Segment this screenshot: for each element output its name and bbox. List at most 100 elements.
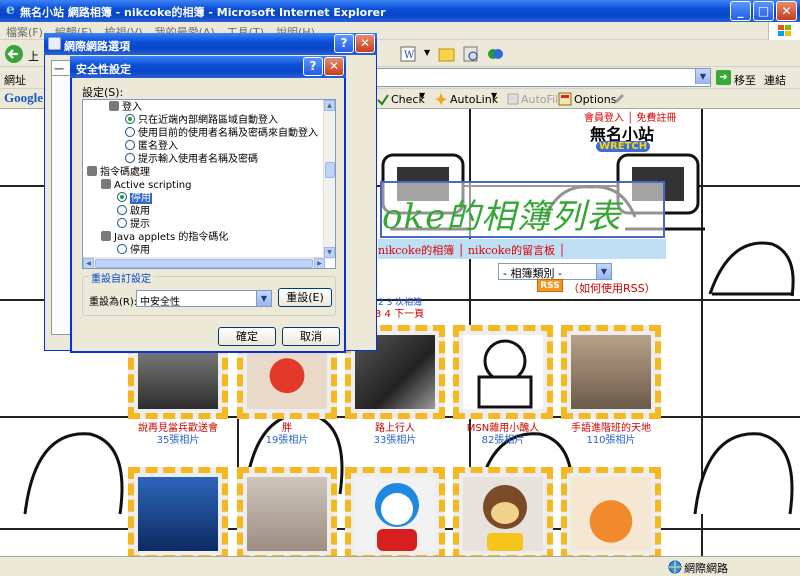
album-title[interactable]: 胖 — [227, 423, 347, 435]
ie-logo-icon: e — [6, 2, 15, 18]
album-thumbnail[interactable] — [453, 325, 553, 419]
address-label: 網址 — [4, 74, 26, 87]
title-bar: e 無名小站 網路相簿 - nikcoke的相簿 - Microsoft Int… — [0, 0, 800, 22]
svg-text:W: W — [404, 50, 415, 61]
options-button[interactable]: Options — [574, 93, 616, 106]
close-button[interactable]: ✕ — [776, 1, 797, 21]
internet-zone-icon — [668, 560, 682, 574]
reset-level-select[interactable]: 中安全性 ▼ — [136, 290, 272, 308]
album-category-select[interactable]: - 相簿類別 - ▼ — [498, 263, 612, 280]
radio-icon[interactable] — [125, 127, 135, 137]
album-thumbnail[interactable] — [237, 467, 337, 556]
horizontal-scroll-thumb[interactable] — [95, 259, 313, 268]
rss-badge[interactable]: RSS — [537, 279, 563, 292]
messenger-icon[interactable] — [486, 45, 504, 63]
horizontal-scrollbar[interactable]: ◀ ▶ — [83, 257, 325, 268]
security-settings-dialog: 安全性設定 ? ✕ 設定(S): 登入 只在近端內部網路區域自動登入 使用目前的… — [70, 56, 346, 353]
tab-strip-links[interactable]: nikcoke的相簿 │ nikcoke的留言板 │ — [378, 242, 565, 258]
dropdown-arrow-icon[interactable]: ▼ — [424, 48, 430, 57]
internet-options-help-button[interactable]: ? — [334, 34, 354, 53]
internet-options-close-button[interactable]: ✕ — [355, 34, 375, 53]
links-button[interactable]: 連結 — [764, 72, 786, 88]
radio-icon[interactable] — [117, 244, 127, 254]
option-active-disable[interactable]: 停用 — [117, 192, 152, 205]
settings-tree-list[interactable]: 登入 只在近端內部網路區域自動登入 使用目前的使用者名稱及密碼來自動登入 匿名登… — [82, 99, 336, 269]
album-caption: MSN雜用小醜人 82張相片 — [443, 423, 563, 447]
option-login-prompt[interactable]: 提示輸入使用者名稱及密碼 — [125, 153, 258, 166]
radio-icon[interactable] — [117, 218, 127, 228]
vertical-scrollbar[interactable]: ▲ ▼ — [323, 100, 335, 259]
scroll-down-icon[interactable]: ▼ — [324, 247, 335, 258]
album-caption: 胖 19張相片 — [227, 423, 347, 447]
maximize-button[interactable]: □ — [753, 1, 774, 21]
scroll-left-icon[interactable]: ◀ — [83, 258, 94, 268]
security-help-button[interactable]: ? — [303, 57, 323, 76]
back-label[interactable]: 上 — [28, 48, 39, 64]
security-close-button[interactable]: ✕ — [324, 57, 344, 76]
album-title[interactable]: 說再見當兵歡送會 — [118, 423, 238, 435]
album-title[interactable]: 路上行人 — [335, 423, 455, 435]
autofill-button[interactable]: AutoFill — [521, 93, 561, 106]
back-arrow-icon[interactable] — [4, 44, 24, 64]
album-caption: 路上行人 33張相片 — [335, 423, 455, 447]
option-active-prompt[interactable]: 提示 — [117, 218, 150, 231]
radio-selected-icon[interactable] — [125, 114, 135, 124]
album-photo — [463, 477, 543, 551]
rss-help-link[interactable]: （如何使用RSS） — [568, 280, 656, 296]
word-icon[interactable]: W — [400, 45, 418, 63]
album-photo — [247, 477, 327, 551]
option-java-disable[interactable]: 停用 — [117, 244, 150, 257]
album-thumbnail[interactable] — [128, 467, 228, 556]
check-dropdown-icon[interactable]: ▼ — [419, 91, 425, 100]
vertical-scroll-thumb[interactable] — [325, 162, 335, 178]
options-icon[interactable] — [558, 92, 572, 106]
reset-button[interactable]: 重設(E) — [278, 288, 332, 307]
address-input[interactable]: ▼ — [375, 68, 711, 87]
ok-button[interactable]: 確定 — [218, 327, 276, 346]
cancel-button[interactable]: 取消 — [282, 327, 340, 346]
option-login-anonymous[interactable]: 匿名登入 — [125, 140, 178, 153]
radio-icon[interactable] — [125, 153, 135, 163]
album-photo-count: 19張相片 — [265, 435, 309, 446]
reset-custom-settings-group: 重設自訂設定 重設為(R): 中安全性 ▼ 重設(E) — [82, 270, 336, 316]
album-thumbnail[interactable] — [345, 467, 445, 556]
album-title[interactable]: MSN雜用小醜人 — [443, 423, 563, 435]
album-title[interactable]: 手語進階班的天地 — [551, 423, 671, 435]
spellcheck-icon[interactable] — [376, 92, 390, 106]
scroll-right-icon[interactable]: ▶ — [314, 258, 325, 268]
wretch-brand: 會員登入 │ 免費註冊 無名小站 WRETCH — [578, 109, 676, 161]
album-thumbnail[interactable] — [561, 325, 661, 419]
google-logo[interactable]: Google — [4, 90, 43, 106]
option-login-intranet[interactable]: 只在近端內部網路區域自動登入 — [125, 114, 278, 127]
option-login-current-user[interactable]: 使用目前的使用者名稱及密碼來自動登入 — [125, 127, 318, 140]
autolink-icon[interactable] — [434, 92, 448, 106]
pagination[interactable]: 3 4 下一頁 — [375, 305, 424, 320]
wretch-wordmark: WRETCH — [596, 141, 651, 152]
research-icon[interactable] — [462, 45, 480, 63]
security-settings-title: 安全性設定 — [76, 63, 131, 76]
chevron-down-icon[interactable]: ▼ — [596, 264, 611, 279]
radio-icon[interactable] — [117, 205, 127, 215]
go-arrow-icon[interactable]: ➔ — [716, 70, 731, 85]
group-login: 登入 — [109, 101, 142, 114]
address-dropdown-icon[interactable]: ▼ — [695, 69, 710, 84]
radio-selected-icon[interactable] — [117, 192, 127, 202]
option-active-enable[interactable]: 啟用 — [117, 205, 150, 218]
radio-icon[interactable] — [125, 140, 135, 150]
autolink-dropdown-icon[interactable]: ▼ — [491, 91, 497, 100]
autofill-icon[interactable] — [506, 92, 520, 106]
user-tab-strip: nikcoke的相簿 │ nikcoke的留言板 │ — [378, 239, 666, 259]
pencil-icon[interactable] — [612, 92, 626, 106]
subgroup-java-applets: Java applets 的指令碼化 — [101, 231, 228, 244]
turtle-doodle-icon — [708, 241, 795, 297]
album-thumbnail[interactable] — [453, 467, 553, 556]
chevron-down-icon[interactable]: ▼ — [256, 291, 271, 306]
minimize-button[interactable]: _ — [730, 1, 751, 21]
album-photo-count: 82張相片 — [481, 435, 525, 446]
scroll-up-icon[interactable]: ▲ — [324, 100, 335, 111]
folder-icon[interactable] — [438, 45, 456, 63]
menu-file[interactable]: 檔案(F) — [0, 22, 49, 42]
album-thumbnail[interactable] — [561, 467, 661, 556]
go-button[interactable]: 移至 — [734, 72, 756, 88]
windows-logo-icon — [768, 22, 800, 40]
